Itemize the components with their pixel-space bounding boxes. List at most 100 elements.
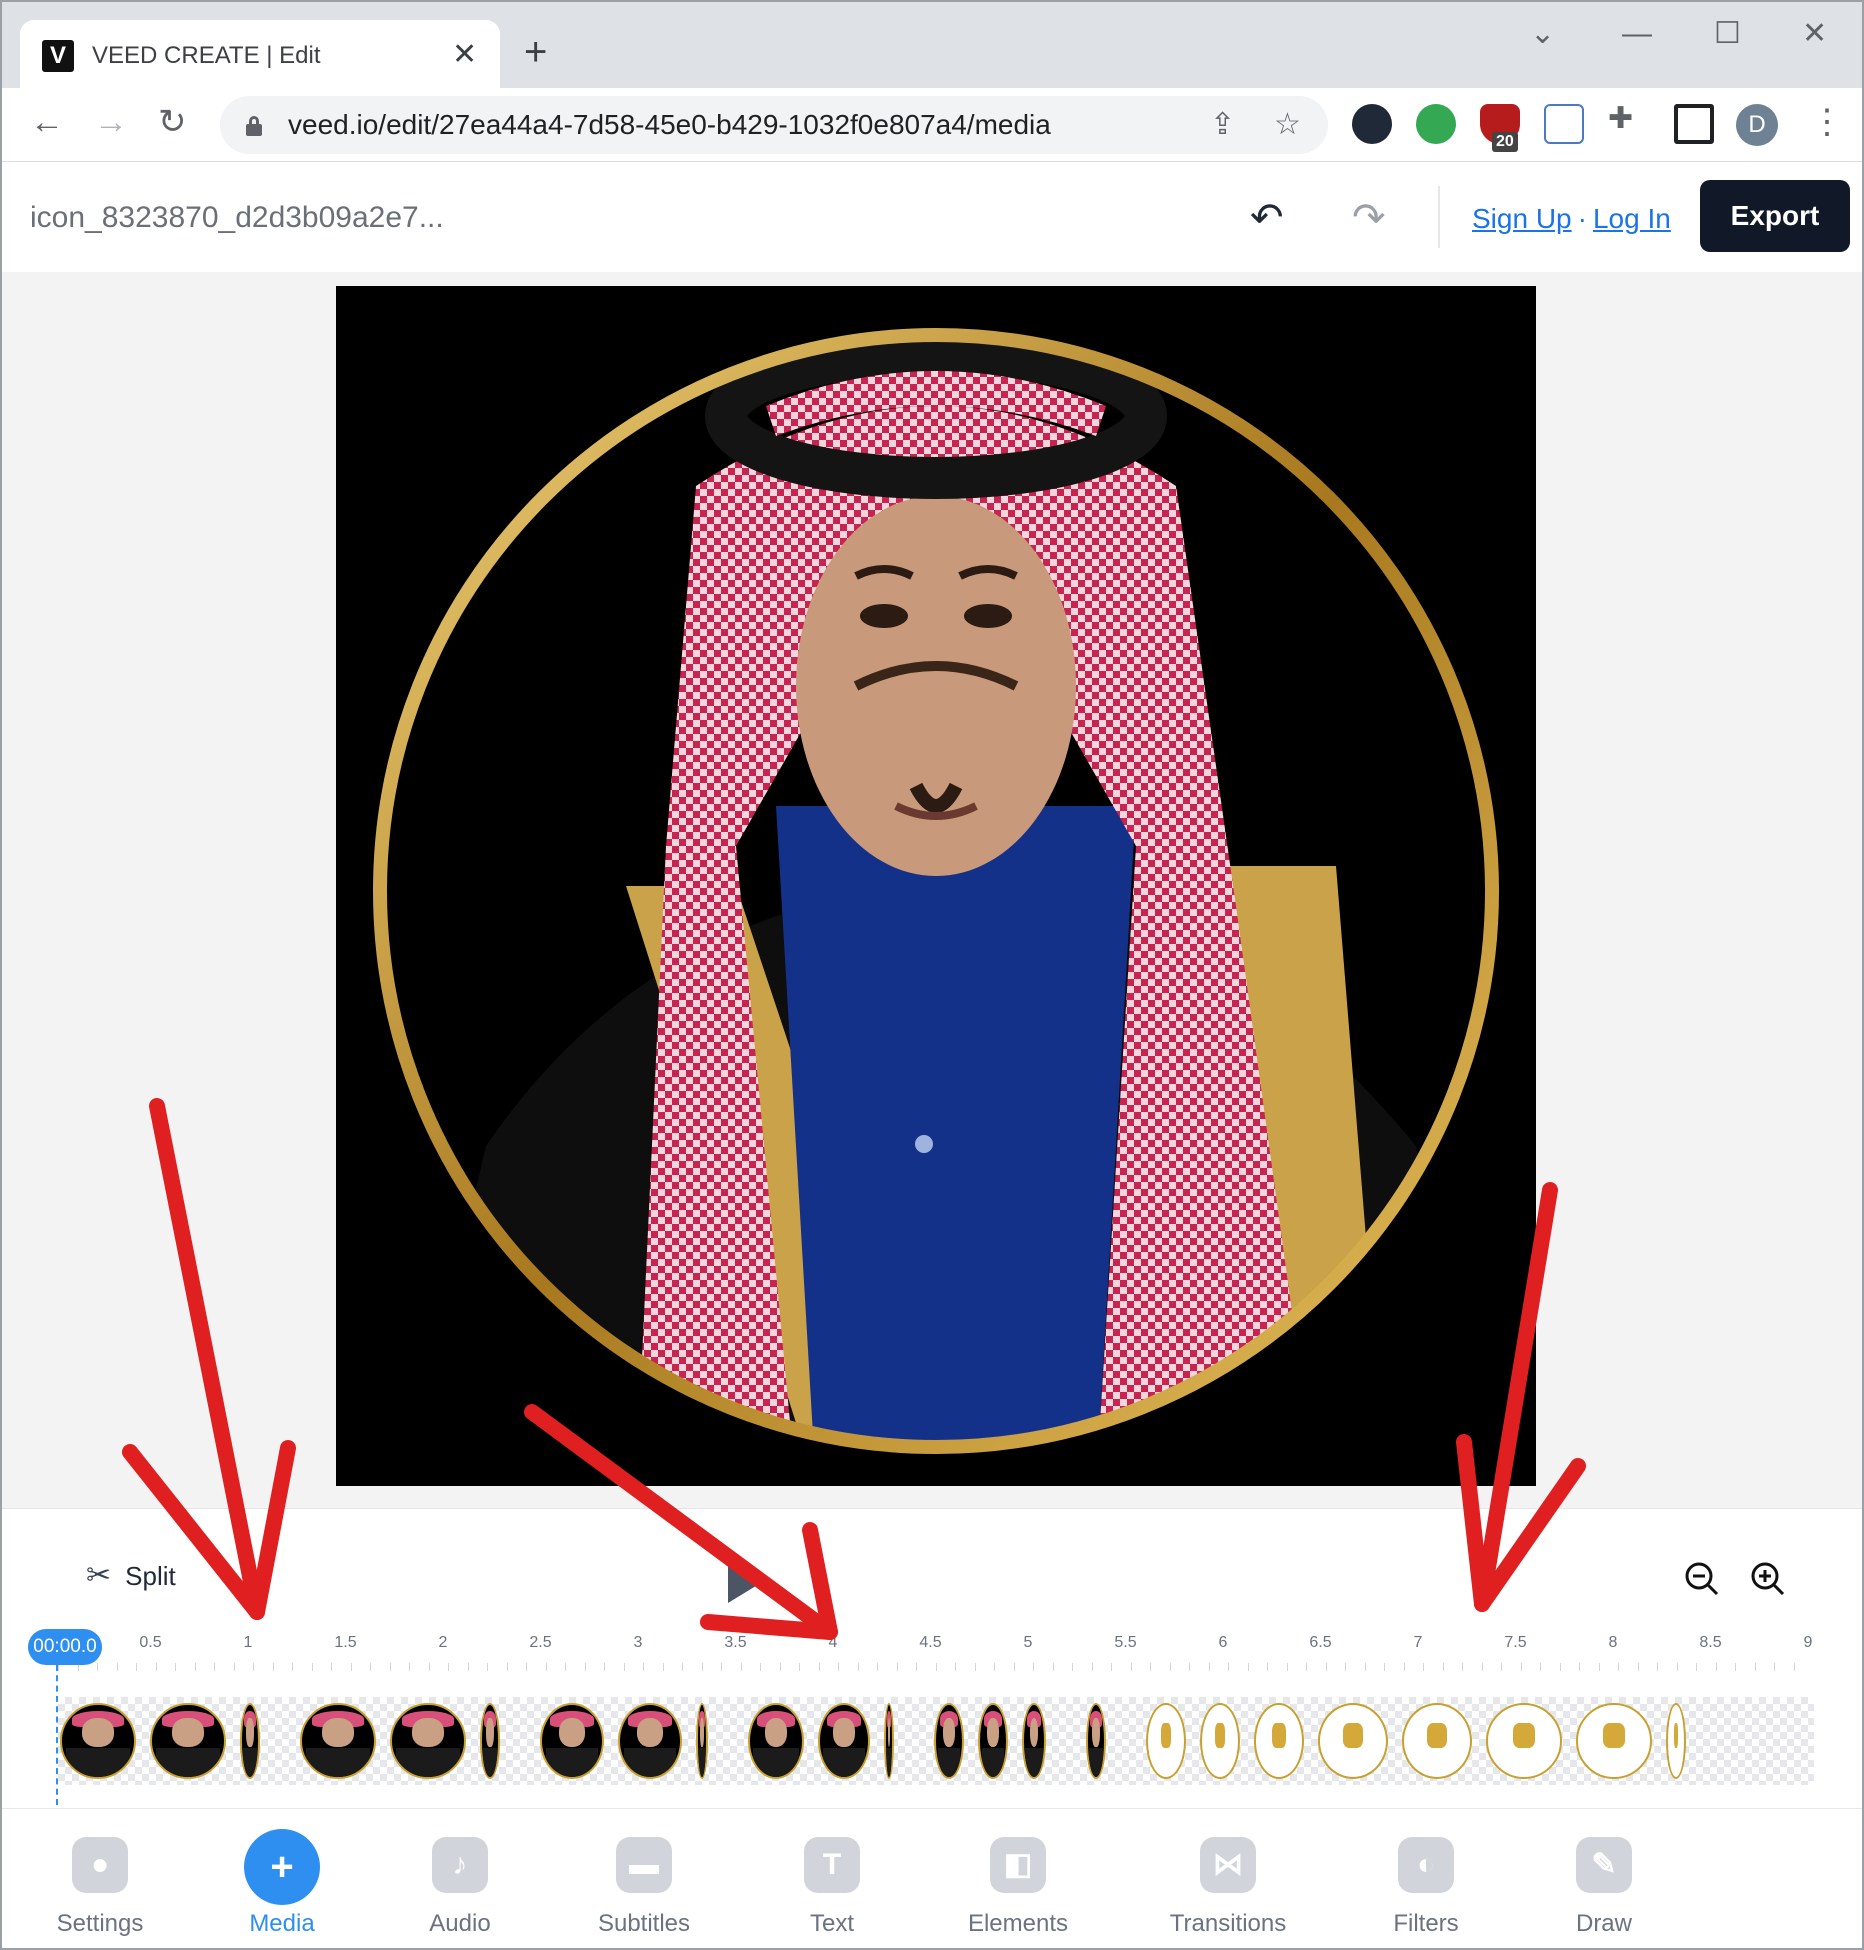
tick-mark: [1033, 1663, 1034, 1671]
tick-label: 1: [243, 1634, 253, 1651]
timeline-ruler[interactable]: 0.5 1 1.5 2 2.5 3 3.5 4 4.5 5 5.5 6 6.5 7 7.5 8 8.5 9: [58, 1633, 1820, 1673]
bookmark-star-icon[interactable]: ☆: [1274, 108, 1301, 142]
tick-mark: [604, 1663, 605, 1671]
video-track-clip[interactable]: [58, 1697, 1814, 1785]
tick-label: 7: [1413, 1634, 1423, 1651]
tick-label: 6.5: [1309, 1634, 1332, 1651]
extensions-puzzle-icon[interactable]: ✚: [1608, 102, 1633, 136]
music-note-icon: ♪: [432, 1837, 488, 1893]
video-preview[interactable]: [336, 286, 1536, 1486]
tick-mark: [506, 1663, 508, 1671]
nav-audio[interactable]: ♪ Audio: [380, 1809, 540, 1948]
redo-icon[interactable]: ↷: [1352, 196, 1386, 240]
nav-filters[interactable]: ◐ Filters: [1346, 1809, 1506, 1948]
nav-subtitles[interactable]: ▬ Subtitles: [564, 1809, 724, 1948]
clip-thumbnail: [480, 1703, 500, 1779]
extension-password-icon[interactable]: [1352, 104, 1392, 144]
tick-mark: [428, 1663, 430, 1671]
export-button[interactable]: Export: [1700, 180, 1850, 252]
log-in-link[interactable]: Log In: [1593, 203, 1671, 234]
preview-stage: [2, 272, 1862, 1508]
nav-media[interactable]: + Media: [202, 1809, 362, 1948]
nav-elements[interactable]: ◧ Elements: [938, 1809, 1098, 1948]
tick-mark: [1208, 1663, 1210, 1671]
new-tab-icon[interactable]: +: [524, 32, 547, 72]
browser-tab[interactable]: V VEED CREATE | Edit ✕: [20, 20, 500, 88]
back-arrow-icon[interactable]: ←: [30, 102, 64, 142]
tick-mark: [701, 1663, 703, 1671]
tab-close-icon[interactable]: ✕: [452, 38, 477, 72]
tick-mark: [1696, 1663, 1697, 1671]
tick-label: 4: [828, 1634, 838, 1651]
tick-mark: [1111, 1663, 1112, 1671]
tick-mark: [1403, 1663, 1405, 1671]
clip-thumbnail: [1146, 1703, 1186, 1779]
tick-mark: [487, 1663, 488, 1671]
split-label: Split: [125, 1561, 176, 1591]
clip-thumbnail: [1254, 1703, 1304, 1779]
tick-label: 8.5: [1699, 1634, 1722, 1651]
share-icon[interactable]: ⇪: [1210, 108, 1235, 142]
nav-transitions[interactable]: ⋈ Transitions: [1148, 1809, 1308, 1948]
minimize-icon[interactable]: —: [1622, 14, 1652, 54]
tick-mark: [1540, 1663, 1541, 1671]
bottom-tool-nav: ● Settings + Media ♪ Audio ▬ Subtitles T Text ◧ Ele…: [2, 1808, 1862, 1948]
reload-icon[interactable]: ↻: [158, 102, 187, 142]
tick-mark: [1774, 1663, 1775, 1671]
nav-label: Transitions: [1169, 1910, 1287, 1937]
nav-draw[interactable]: ✎ Draw: [1524, 1809, 1684, 1948]
maximize-icon[interactable]: ☐: [1714, 14, 1741, 54]
tick-label: 3: [633, 1634, 643, 1651]
tick-mark: [1793, 1663, 1795, 1671]
side-panel-icon[interactable]: [1674, 104, 1714, 144]
tick-label: 4.5: [919, 1634, 942, 1651]
tick-mark: [896, 1663, 898, 1671]
subtitles-icon: ▬: [616, 1837, 672, 1893]
tick-mark: [994, 1663, 995, 1671]
pencil-icon: ✎: [1576, 1837, 1632, 1893]
profile-avatar[interactable]: D: [1736, 104, 1778, 146]
zoom-in-icon[interactable]: [1748, 1559, 1788, 1599]
project-title[interactable]: icon_8323870_d2d3b09a2e7...: [30, 200, 444, 236]
tab-search-chevron-icon[interactable]: ⌄: [1530, 14, 1555, 54]
clip-thumbnail: [1086, 1703, 1106, 1779]
clip-thumbnail: [618, 1703, 682, 1779]
gear-icon: ●: [72, 1837, 128, 1893]
nav-settings[interactable]: ● Settings: [20, 1809, 180, 1948]
window-close-icon[interactable]: ✕: [1802, 14, 1827, 54]
nav-label: Draw: [1575, 1910, 1632, 1937]
zoom-out-icon[interactable]: [1682, 1559, 1722, 1599]
extension-table-icon[interactable]: [1544, 104, 1584, 144]
tab-title: VEED CREATE | Edit: [92, 42, 321, 69]
tick-mark: [116, 1663, 118, 1671]
forward-arrow-icon[interactable]: →: [94, 102, 128, 142]
current-time-indicator[interactable]: 00:00.0: [28, 1629, 102, 1665]
extension-green-icon[interactable]: [1416, 104, 1456, 144]
split-button[interactable]: ✂ Split: [86, 1559, 176, 1593]
address-bar[interactable]: veed.io/edit/27ea44a4-7d58-45e0-b429-103…: [220, 96, 1328, 154]
tick-mark: [1598, 1663, 1600, 1671]
clip-thumbnail: [884, 1703, 894, 1779]
tick-mark: [292, 1663, 293, 1671]
tick-mark: [1130, 1663, 1132, 1671]
clip-thumbnail: [1576, 1703, 1652, 1779]
nav-text[interactable]: T Text: [752, 1809, 912, 1948]
nav-label: Audio: [429, 1910, 491, 1937]
lock-icon: [246, 116, 262, 136]
tick-mark: [1325, 1663, 1327, 1671]
tick-mark: [935, 1663, 937, 1671]
tick-mark: [916, 1663, 917, 1671]
tick-mark: [1150, 1663, 1151, 1671]
tick-mark: [409, 1663, 410, 1671]
tick-mark: [1442, 1663, 1444, 1671]
undo-icon[interactable]: ↶: [1250, 196, 1284, 240]
clip-thumbnail: [1200, 1703, 1240, 1779]
browser-menu-icon[interactable]: ⋮: [1810, 102, 1844, 142]
tick-mark: [467, 1663, 469, 1671]
sign-up-link[interactable]: Sign Up: [1472, 203, 1572, 234]
elements-icon: ◧: [990, 1837, 1046, 1893]
tick-mark: [1579, 1663, 1580, 1671]
tick-label: 2.5: [529, 1634, 552, 1651]
play-icon[interactable]: [728, 1559, 764, 1603]
tick-label: 2: [438, 1634, 448, 1651]
